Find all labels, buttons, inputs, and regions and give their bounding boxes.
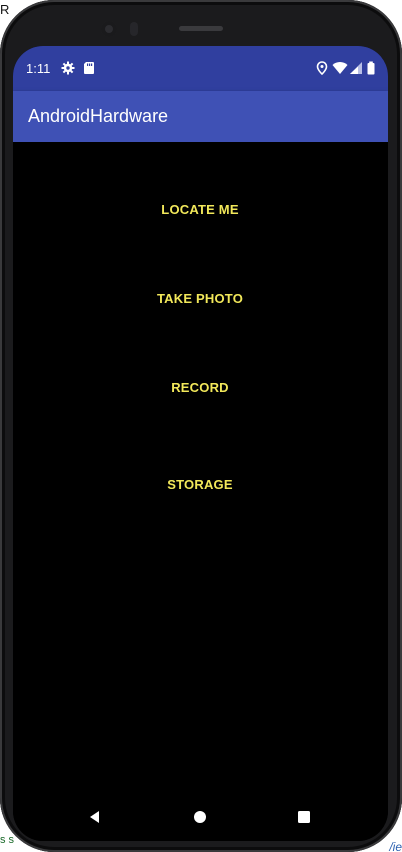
status-bar: 1:11 xyxy=(13,46,388,91)
sd-card-icon xyxy=(82,61,96,75)
front-camera xyxy=(101,21,117,37)
locate-me-button[interactable]: LOCATE ME xyxy=(100,192,300,228)
signal-icon xyxy=(349,61,363,75)
back-icon[interactable] xyxy=(80,802,110,832)
app-bar: AndroidHardware xyxy=(13,91,388,142)
proximity-sensor xyxy=(130,22,138,36)
device-screen: 1:11 AndroidHardware LOCATE ME TAKE PHOT… xyxy=(13,46,388,841)
gear-icon xyxy=(61,61,75,75)
edge-text-top-left: R xyxy=(0,2,10,17)
navigation-bar xyxy=(13,792,388,841)
status-time: 1:11 xyxy=(26,61,51,76)
page: 1:11 AndroidHardware LOCATE ME TAKE PHOT… xyxy=(0,0,402,852)
earpiece-speaker xyxy=(179,26,223,31)
phone-frame: 1:11 AndroidHardware LOCATE ME TAKE PHOT… xyxy=(0,0,402,852)
wifi-icon xyxy=(332,61,348,75)
record-button[interactable]: RECORD xyxy=(100,370,300,406)
storage-button[interactable]: STORAGE xyxy=(100,467,300,503)
edge-text-bottom-right: /ie xyxy=(389,840,402,852)
main-content: LOCATE ME TAKE PHOTO RECORD STORAGE xyxy=(13,142,388,792)
recents-icon[interactable] xyxy=(289,802,319,832)
home-icon[interactable] xyxy=(185,802,215,832)
take-photo-button[interactable]: TAKE PHOTO xyxy=(100,281,300,317)
app-title: AndroidHardware xyxy=(28,106,169,126)
location-icon xyxy=(315,61,329,76)
battery-icon xyxy=(366,61,376,75)
edge-text-bottom-left: s s xyxy=(0,834,15,846)
